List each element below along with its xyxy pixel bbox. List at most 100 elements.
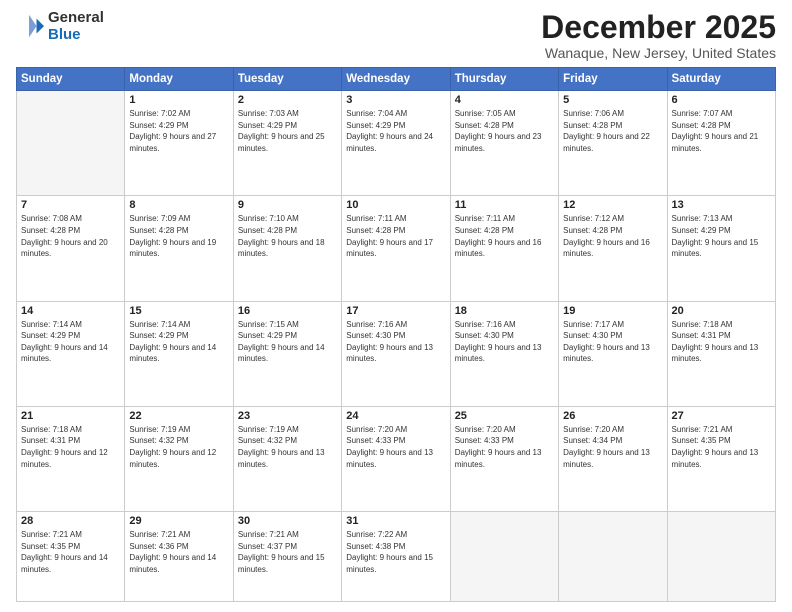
day-info: Sunrise: 7:14 AM Sunset: 4:29 PM Dayligh… [21, 319, 120, 365]
day-info: Sunrise: 7:05 AM Sunset: 4:28 PM Dayligh… [455, 108, 554, 154]
day-number: 21 [21, 410, 120, 422]
day-number: 25 [455, 410, 554, 422]
days-header-row: Sunday Monday Tuesday Wednesday Thursday… [17, 68, 776, 91]
logo-icon [16, 13, 44, 41]
table-row: 28 Sunrise: 7:21 AM Sunset: 4:35 PM Dayli… [17, 512, 125, 602]
day-info: Sunrise: 7:02 AM Sunset: 4:29 PM Dayligh… [129, 108, 228, 154]
header: General Blue December 2025 Wanaque, New … [16, 10, 776, 61]
day-info: Sunrise: 7:16 AM Sunset: 4:30 PM Dayligh… [346, 319, 445, 365]
day-number: 11 [455, 199, 554, 211]
table-row: 21 Sunrise: 7:18 AM Sunset: 4:31 PM Dayli… [17, 406, 125, 511]
day-info: Sunrise: 7:20 AM Sunset: 4:33 PM Dayligh… [455, 424, 554, 470]
table-row: 2Sunrise: 7:03 AM Sunset: 4:29 PM Daylig… [233, 91, 341, 196]
day-number: 29 [129, 515, 228, 527]
day-number: 5 [563, 94, 662, 106]
table-row [559, 512, 667, 602]
day-number: 1 [129, 94, 228, 106]
header-friday: Friday [559, 68, 667, 91]
table-row: 18 Sunrise: 7:16 AM Sunset: 4:30 PM Dayli… [450, 301, 558, 406]
day-info: Sunrise: 7:07 AM Sunset: 4:28 PM Dayligh… [672, 108, 771, 154]
day-number: 15 [129, 305, 228, 317]
day-number: 8 [129, 199, 228, 211]
day-number: 3 [346, 94, 445, 106]
table-row: 19 Sunrise: 7:17 AM Sunset: 4:30 PM Dayli… [559, 301, 667, 406]
main-title: December 2025 [541, 10, 776, 45]
table-row: 24 Sunrise: 7:20 AM Sunset: 4:33 PM Dayli… [342, 406, 450, 511]
header-saturday: Saturday [667, 68, 775, 91]
table-row: 15 Sunrise: 7:14 AM Sunset: 4:29 PM Dayli… [125, 301, 233, 406]
table-row: 12 Sunrise: 7:12 AM Sunset: 4:28 PM Dayli… [559, 196, 667, 301]
table-row: 1 Sunrise: 7:02 AM Sunset: 4:29 PM Daylig… [125, 91, 233, 196]
table-row [450, 512, 558, 602]
header-sunday: Sunday [17, 68, 125, 91]
table-row: 8Sunrise: 7:09 AM Sunset: 4:28 PM Daylig… [125, 196, 233, 301]
day-info: Sunrise: 7:11 AM Sunset: 4:28 PM Dayligh… [346, 213, 445, 259]
header-tuesday: Tuesday [233, 68, 341, 91]
table-row: 7Sunrise: 7:08 AM Sunset: 4:28 PM Daylig… [17, 196, 125, 301]
day-info: Sunrise: 7:08 AM Sunset: 4:28 PM Dayligh… [21, 213, 120, 259]
day-info: Sunrise: 7:12 AM Sunset: 4:28 PM Dayligh… [563, 213, 662, 259]
day-number: 12 [563, 199, 662, 211]
table-row: 4 Sunrise: 7:05 AM Sunset: 4:28 PM Daylig… [450, 91, 558, 196]
table-row: 23 Sunrise: 7:19 AM Sunset: 4:32 PM Dayli… [233, 406, 341, 511]
day-info: Sunrise: 7:13 AM Sunset: 4:29 PM Dayligh… [672, 213, 771, 259]
day-number: 17 [346, 305, 445, 317]
day-info: Sunrise: 7:19 AM Sunset: 4:32 PM Dayligh… [238, 424, 337, 470]
table-row [667, 512, 775, 602]
day-number: 18 [455, 305, 554, 317]
table-row: 13 Sunrise: 7:13 AM Sunset: 4:29 PM Dayli… [667, 196, 775, 301]
day-number: 19 [563, 305, 662, 317]
day-info: Sunrise: 7:18 AM Sunset: 4:31 PM Dayligh… [672, 319, 771, 365]
logo: General Blue [16, 10, 104, 43]
day-info: Sunrise: 7:21 AM Sunset: 4:35 PM Dayligh… [672, 424, 771, 470]
day-info: Sunrise: 7:10 AM Sunset: 4:28 PM Dayligh… [238, 213, 337, 259]
header-monday: Monday [125, 68, 233, 91]
day-number: 30 [238, 515, 337, 527]
table-row: 5 Sunrise: 7:06 AM Sunset: 4:28 PM Daylig… [559, 91, 667, 196]
table-row: 14Sunrise: 7:14 AM Sunset: 4:29 PM Dayli… [17, 301, 125, 406]
day-number: 13 [672, 199, 771, 211]
table-row: 27Sunrise: 7:21 AM Sunset: 4:35 PM Dayli… [667, 406, 775, 511]
day-info: Sunrise: 7:06 AM Sunset: 4:28 PM Dayligh… [563, 108, 662, 154]
day-info: Sunrise: 7:18 AM Sunset: 4:31 PM Dayligh… [21, 424, 120, 470]
day-number: 4 [455, 94, 554, 106]
table-row: 20 Sunrise: 7:18 AM Sunset: 4:31 PM Dayli… [667, 301, 775, 406]
day-number: 10 [346, 199, 445, 211]
table-row: 22 Sunrise: 7:19 AM Sunset: 4:32 PM Dayli… [125, 406, 233, 511]
page: General Blue December 2025 Wanaque, New … [0, 0, 792, 612]
day-info: Sunrise: 7:03 AM Sunset: 4:29 PM Dayligh… [238, 108, 337, 154]
table-row [17, 91, 125, 196]
table-row: 3Sunrise: 7:04 AM Sunset: 4:29 PM Daylig… [342, 91, 450, 196]
day-number: 16 [238, 305, 337, 317]
day-number: 28 [21, 515, 120, 527]
day-info: Sunrise: 7:15 AM Sunset: 4:29 PM Dayligh… [238, 319, 337, 365]
day-info: Sunrise: 7:16 AM Sunset: 4:30 PM Dayligh… [455, 319, 554, 365]
logo-blue: Blue [48, 27, 104, 44]
day-number: 31 [346, 515, 445, 527]
day-info: Sunrise: 7:21 AM Sunset: 4:35 PM Dayligh… [21, 529, 120, 575]
day-number: 26 [563, 410, 662, 422]
header-thursday: Thursday [450, 68, 558, 91]
day-number: 22 [129, 410, 228, 422]
day-info: Sunrise: 7:14 AM Sunset: 4:29 PM Dayligh… [129, 319, 228, 365]
table-row: 30Sunrise: 7:21 AM Sunset: 4:37 PM Dayli… [233, 512, 341, 602]
day-info: Sunrise: 7:17 AM Sunset: 4:30 PM Dayligh… [563, 319, 662, 365]
day-number: 24 [346, 410, 445, 422]
table-row: 26 Sunrise: 7:20 AM Sunset: 4:34 PM Dayli… [559, 406, 667, 511]
day-info: Sunrise: 7:20 AM Sunset: 4:33 PM Dayligh… [346, 424, 445, 470]
logo-general: General [48, 10, 104, 27]
calendar-table: Sunday Monday Tuesday Wednesday Thursday… [16, 67, 776, 602]
table-row: 11 Sunrise: 7:11 AM Sunset: 4:28 PM Dayli… [450, 196, 558, 301]
day-info: Sunrise: 7:21 AM Sunset: 4:36 PM Dayligh… [129, 529, 228, 575]
table-row: 25 Sunrise: 7:20 AM Sunset: 4:33 PM Dayli… [450, 406, 558, 511]
table-row: 10 Sunrise: 7:11 AM Sunset: 4:28 PM Dayli… [342, 196, 450, 301]
day-info: Sunrise: 7:20 AM Sunset: 4:34 PM Dayligh… [563, 424, 662, 470]
table-row: 9Sunrise: 7:10 AM Sunset: 4:28 PM Daylig… [233, 196, 341, 301]
day-info: Sunrise: 7:11 AM Sunset: 4:28 PM Dayligh… [455, 213, 554, 259]
table-row: 17 Sunrise: 7:16 AM Sunset: 4:30 PM Dayli… [342, 301, 450, 406]
day-number: 20 [672, 305, 771, 317]
logo-text: General Blue [48, 10, 104, 43]
table-row: 31Sunrise: 7:22 AM Sunset: 4:38 PM Dayli… [342, 512, 450, 602]
day-number: 23 [238, 410, 337, 422]
day-info: Sunrise: 7:19 AM Sunset: 4:32 PM Dayligh… [129, 424, 228, 470]
